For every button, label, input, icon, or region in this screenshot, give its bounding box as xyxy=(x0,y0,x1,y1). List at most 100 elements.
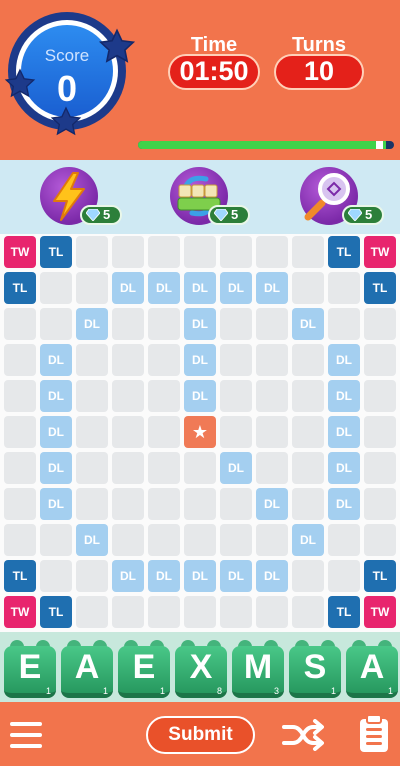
board-cell[interactable] xyxy=(76,344,108,376)
board-cell[interactable] xyxy=(4,488,36,520)
board-cell[interactable] xyxy=(4,344,36,376)
board-cell[interactable] xyxy=(292,452,324,484)
board-cell[interactable] xyxy=(292,380,324,412)
board-cell[interactable] xyxy=(4,308,36,340)
board-cell[interactable] xyxy=(76,236,108,268)
board-cell[interactable] xyxy=(220,596,252,628)
board-cell[interactable] xyxy=(148,380,180,412)
shuffle-icon[interactable] xyxy=(282,719,324,751)
board-cell[interactable] xyxy=(220,308,252,340)
board-cell[interactable] xyxy=(40,560,72,592)
letter-tile[interactable]: A1 xyxy=(346,640,398,698)
board-cell-double-letter[interactable]: DL xyxy=(220,272,252,304)
board-cell[interactable] xyxy=(220,236,252,268)
board-cell[interactable] xyxy=(256,452,288,484)
board-cell-double-letter[interactable]: DL xyxy=(112,272,144,304)
board-cell[interactable] xyxy=(220,380,252,412)
board-cell[interactable] xyxy=(112,380,144,412)
board-cell-double-letter[interactable]: DL xyxy=(148,560,180,592)
board-cell[interactable] xyxy=(184,596,216,628)
board-cell[interactable] xyxy=(256,344,288,376)
board-cell-double-letter[interactable]: DL xyxy=(328,344,360,376)
board-cell[interactable] xyxy=(328,308,360,340)
board-cell[interactable] xyxy=(148,524,180,556)
board-cell[interactable] xyxy=(40,524,72,556)
board-cell[interactable] xyxy=(112,488,144,520)
board-cell-double-letter[interactable]: DL xyxy=(184,560,216,592)
board-cell-double-letter[interactable]: DL xyxy=(184,344,216,376)
board-cell[interactable] xyxy=(76,560,108,592)
board-cell[interactable] xyxy=(148,236,180,268)
letter-tile[interactable]: A1 xyxy=(61,640,113,698)
letter-tile[interactable]: S1 xyxy=(289,640,341,698)
letter-tile[interactable]: X8 xyxy=(175,640,227,698)
board-cell-double-letter[interactable]: DL xyxy=(256,560,288,592)
board-cell[interactable] xyxy=(256,524,288,556)
letter-tile[interactable]: E1 xyxy=(4,640,56,698)
board-cell[interactable] xyxy=(256,380,288,412)
board-cell[interactable] xyxy=(112,596,144,628)
board-cell[interactable] xyxy=(4,452,36,484)
board-cell[interactable] xyxy=(76,272,108,304)
board-cell[interactable] xyxy=(292,596,324,628)
board-cell[interactable] xyxy=(112,344,144,376)
board-cell[interactable] xyxy=(256,308,288,340)
board-cell-double-letter[interactable]: DL xyxy=(328,416,360,448)
board-cell[interactable] xyxy=(4,380,36,412)
board-cell-triple-letter[interactable]: TL xyxy=(4,560,36,592)
board-cell[interactable] xyxy=(364,488,396,520)
board-cell[interactable] xyxy=(112,236,144,268)
board-cell-center-star[interactable]: ★ xyxy=(184,416,216,448)
board-cell-double-letter[interactable]: DL xyxy=(40,416,72,448)
board-cell[interactable] xyxy=(364,416,396,448)
board-cell[interactable] xyxy=(184,524,216,556)
board-cell[interactable] xyxy=(184,488,216,520)
board-cell[interactable] xyxy=(4,416,36,448)
board-cell[interactable] xyxy=(76,380,108,412)
board-cell-double-letter[interactable]: DL xyxy=(184,308,216,340)
board-cell[interactable] xyxy=(184,452,216,484)
board-cell-triple-letter[interactable]: TL xyxy=(40,236,72,268)
board-cell[interactable] xyxy=(40,272,72,304)
board-cell-triple-word[interactable]: TW xyxy=(4,596,36,628)
board-cell[interactable] xyxy=(112,416,144,448)
board-cell[interactable] xyxy=(148,488,180,520)
board-cell-triple-letter[interactable]: TL xyxy=(328,236,360,268)
board-cell[interactable] xyxy=(148,596,180,628)
board-cell[interactable] xyxy=(292,272,324,304)
board-cell-triple-word[interactable]: TW xyxy=(364,596,396,628)
board-cell-triple-letter[interactable]: TL xyxy=(4,272,36,304)
board-cell[interactable] xyxy=(256,236,288,268)
board-cell[interactable] xyxy=(292,416,324,448)
board-cell-double-letter[interactable]: DL xyxy=(292,524,324,556)
board-cell[interactable] xyxy=(256,416,288,448)
board-cell-double-letter[interactable]: DL xyxy=(220,560,252,592)
board-cell-double-letter[interactable]: DL xyxy=(256,272,288,304)
board-cell[interactable] xyxy=(328,560,360,592)
board-cell[interactable] xyxy=(148,308,180,340)
board-cell-double-letter[interactable]: DL xyxy=(292,308,324,340)
board-cell-triple-letter[interactable]: TL xyxy=(364,560,396,592)
board-cell-double-letter[interactable]: DL xyxy=(256,488,288,520)
letter-tile[interactable]: M3 xyxy=(232,640,284,698)
hamburger-menu-icon[interactable] xyxy=(10,722,42,748)
board-cell-triple-word[interactable]: TW xyxy=(364,236,396,268)
board-cell[interactable] xyxy=(112,524,144,556)
board-cell[interactable] xyxy=(184,236,216,268)
board-cell[interactable] xyxy=(364,452,396,484)
board-cell-double-letter[interactable]: DL xyxy=(112,560,144,592)
clipboard-icon[interactable] xyxy=(358,714,390,754)
board-cell-double-letter[interactable]: DL xyxy=(40,380,72,412)
board-cell-double-letter[interactable]: DL xyxy=(76,308,108,340)
board-cell[interactable] xyxy=(220,416,252,448)
board-cell[interactable] xyxy=(148,452,180,484)
board-cell[interactable] xyxy=(292,488,324,520)
board-cell-double-letter[interactable]: DL xyxy=(40,344,72,376)
board-cell[interactable] xyxy=(220,524,252,556)
board-cell-double-letter[interactable]: DL xyxy=(40,452,72,484)
submit-button[interactable]: Submit xyxy=(146,716,255,754)
board-cell[interactable] xyxy=(40,308,72,340)
board-cell[interactable] xyxy=(76,488,108,520)
letter-tile[interactable]: E1 xyxy=(118,640,170,698)
board-cell[interactable] xyxy=(364,380,396,412)
